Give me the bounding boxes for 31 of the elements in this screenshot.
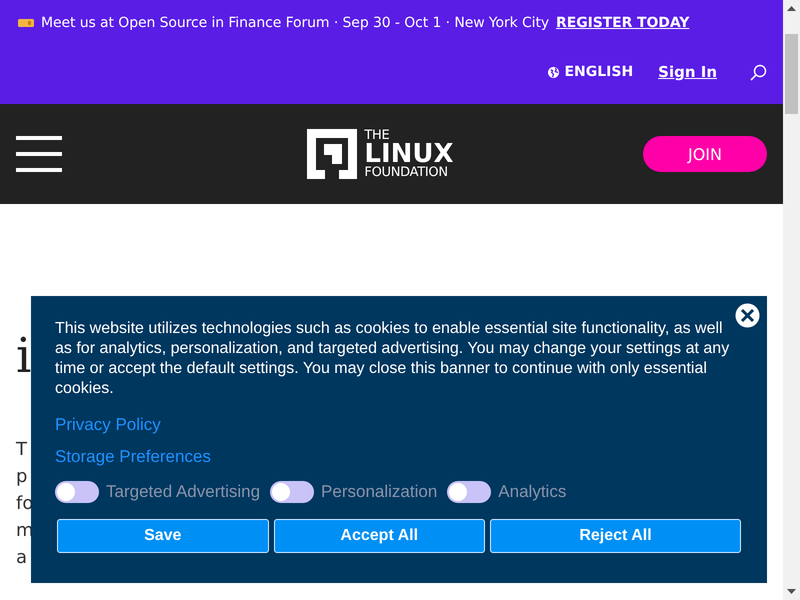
ticket-icon — [18, 18, 34, 28]
close-icon[interactable] — [735, 303, 760, 328]
paragraph-text: a — [16, 546, 28, 570]
join-button[interactable]: JOIN — [642, 136, 767, 172]
toggle-switch[interactable] — [55, 481, 99, 503]
register-link[interactable]: REGISTER TODAY — [556, 15, 690, 31]
toggle-label: Personalization — [321, 482, 438, 502]
menu-icon[interactable] — [16, 136, 62, 172]
search-icon[interactable] — [750, 64, 767, 80]
toggle-switch[interactable] — [447, 481, 492, 503]
announcement-text: Meet us at Open Source in Finance Forum · Sep 30 - Oct 1 · New York City — [41, 15, 550, 31]
accept-all-button[interactable]: Accept All — [274, 519, 485, 553]
privacy-policy-link[interactable]: Privacy Policy — [55, 415, 161, 435]
toggle-label: Targeted Advertising — [106, 482, 260, 502]
logo-text: FOUNDATION — [364, 166, 449, 180]
logo-icon — [307, 129, 358, 179]
save-button[interactable]: Save — [57, 519, 268, 553]
logo-text: THE — [364, 128, 390, 142]
scrollbar-thumb[interactable] — [785, 34, 798, 114]
storage-preferences-link[interactable]: Storage Preferences — [55, 447, 211, 467]
paragraph-text: T — [16, 438, 27, 462]
sign-in-link[interactable]: Sign In — [658, 63, 717, 81]
reject-all-button[interactable]: Reject All — [490, 519, 741, 553]
heading-text: i — [16, 332, 32, 380]
globe-icon — [548, 66, 560, 78]
cookie-message: This website utilizes technologies such as cookies to enable essential site functionality, as well as for analytics, personalization, and targeted advertising. You may change your settings at any time or accept the default settings. You may close this banner to continue with only essential cookies. — [55, 319, 730, 399]
toggle-label: Analytics — [498, 482, 566, 502]
language-selector[interactable]: ENGLISH — [564, 64, 634, 80]
logo-text: LINUX — [364, 142, 454, 166]
toggle-switch[interactable] — [270, 481, 314, 503]
paragraph-text: p — [16, 465, 28, 489]
